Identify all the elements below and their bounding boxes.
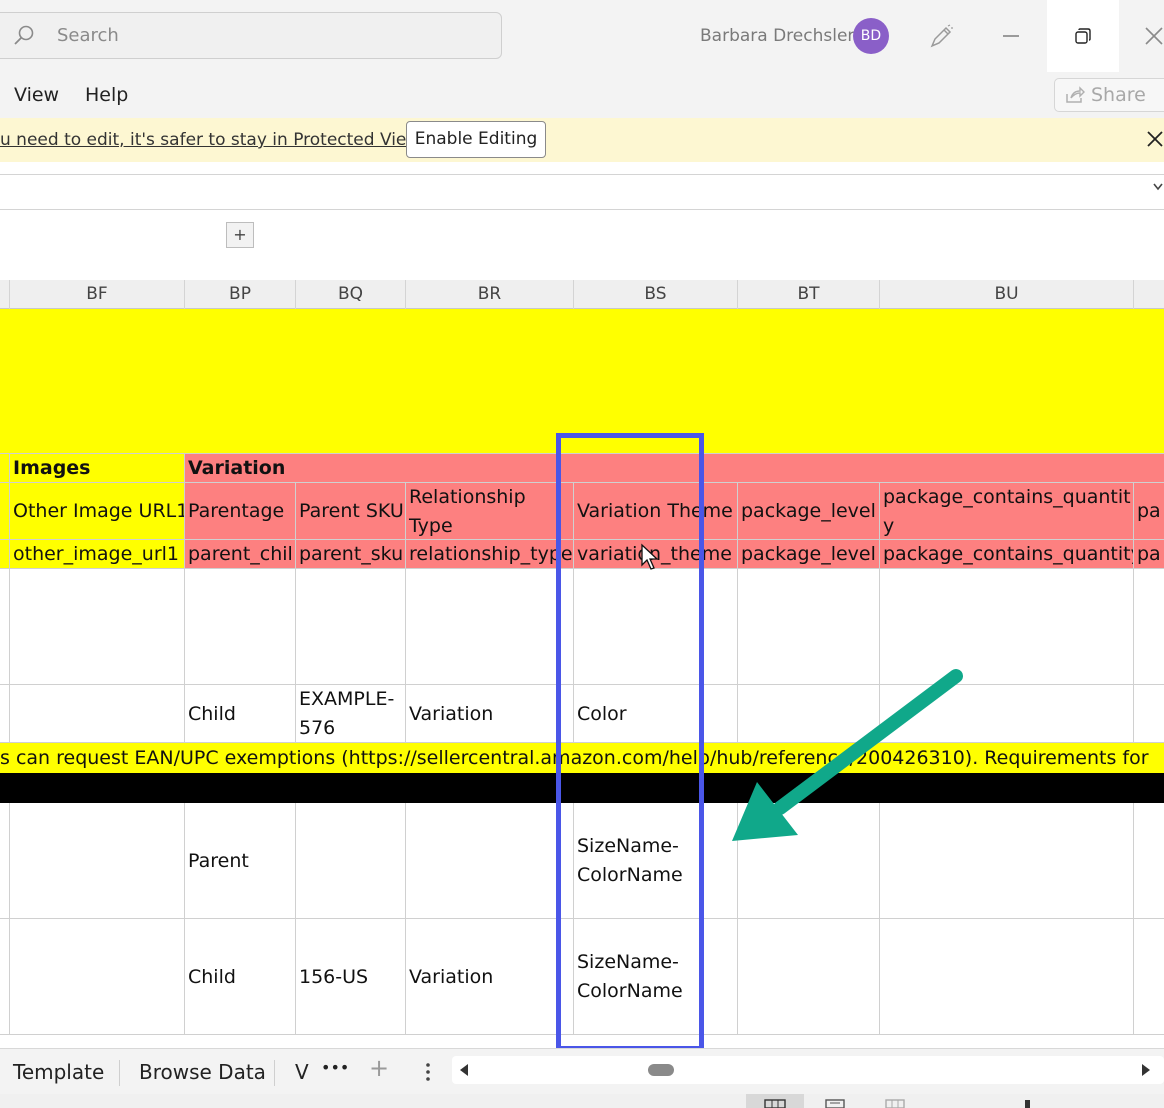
cell[interactable] [0, 803, 10, 919]
formula-bar[interactable] [0, 174, 1164, 210]
cell[interactable] [1134, 803, 1164, 919]
column-header-bf[interactable]: BF [10, 280, 185, 309]
parent-sku-cell[interactable]: 156-US [296, 919, 406, 1035]
relationship-cell[interactable]: Variation [406, 685, 574, 743]
restore-icon [1075, 28, 1091, 44]
cell[interactable] [0, 454, 10, 483]
parent-sku-cell[interactable]: EXAMPLE-576 [296, 685, 406, 743]
label-other-image-url1[interactable]: Other Image URL1 [10, 483, 185, 540]
relationship-cell[interactable]: Variation [406, 919, 574, 1035]
outline-group-area [0, 210, 1164, 280]
cell[interactable] [0, 919, 10, 1035]
label-partial[interactable]: pa [1134, 483, 1164, 540]
column-header-br[interactable]: BR [406, 280, 574, 309]
mouse-cursor-icon [641, 543, 659, 570]
cell[interactable] [185, 569, 296, 685]
more-tabs-icon[interactable]: ••• [321, 1058, 349, 1077]
column-header-partial[interactable] [0, 280, 10, 309]
sheet-tab-browse-data[interactable]: Browse Data [139, 1060, 266, 1084]
enable-editing-button[interactable]: Enable Editing [406, 121, 546, 158]
share-label: Share [1091, 84, 1146, 106]
label-parentage[interactable]: Parentage [185, 483, 296, 540]
search-icon [14, 25, 34, 45]
cell[interactable] [880, 919, 1134, 1035]
highlight-box [556, 433, 704, 1051]
field-other-image-url1[interactable]: other_image_url1 [10, 540, 185, 569]
share-icon [1066, 86, 1085, 103]
minimize-icon[interactable] [1003, 35, 1019, 37]
user-name[interactable]: Barbara Drechsler [700, 26, 854, 46]
cell[interactable] [1134, 919, 1164, 1035]
menu-view[interactable]: View [14, 84, 59, 106]
field-relationship-type[interactable]: relationship_type [406, 540, 574, 569]
scrollbar-thumb[interactable] [648, 1064, 674, 1076]
designer-pen-icon[interactable] [928, 24, 954, 50]
page-break-view-icon[interactable] [884, 1099, 906, 1108]
horizontal-scrollbar[interactable] [452, 1056, 1164, 1084]
menu-bar [0, 72, 1164, 118]
close-icon[interactable] [1146, 130, 1164, 148]
restore-button[interactable] [1047, 0, 1119, 72]
cell[interactable] [0, 569, 10, 685]
parentage-cell[interactable]: Child [185, 685, 296, 743]
tab-separator [274, 1060, 275, 1086]
menu-help[interactable]: Help [85, 84, 128, 106]
sheet-tab-v[interactable]: V [295, 1060, 309, 1084]
field-partial[interactable]: pa [1134, 540, 1164, 569]
section-header-images[interactable]: Images [10, 454, 185, 483]
column-header-bu[interactable]: BU [880, 280, 1134, 309]
cell[interactable] [296, 569, 406, 685]
parentage-cell[interactable]: Parent [185, 803, 296, 919]
column-header-bq[interactable]: BQ [296, 280, 406, 309]
field-package-contains-quantity[interactable]: package_contains_quantity [880, 540, 1134, 569]
cell[interactable] [0, 483, 10, 540]
field-parent-child[interactable]: parent_chil [185, 540, 296, 569]
cell[interactable] [10, 569, 185, 685]
annotation-arrow-icon [732, 669, 963, 841]
sheet-tab-template[interactable]: Template [13, 1060, 104, 1084]
chevron-down-icon[interactable] [1152, 182, 1164, 192]
protected-view-message[interactable]: u need to edit, it's safer to stay in Pr… [0, 130, 424, 150]
cell[interactable] [406, 569, 574, 685]
parentage-cell[interactable]: Child [185, 919, 296, 1035]
search-placeholder: Search [57, 25, 119, 46]
sheet-options-icon[interactable] [424, 1062, 432, 1082]
label-package-level[interactable]: package_level [738, 483, 880, 540]
column-header-bt[interactable]: BT [738, 280, 880, 309]
field-parent-sku[interactable]: parent_sku [296, 540, 406, 569]
expand-group-button[interactable]: + [226, 222, 254, 248]
relationship-cell[interactable] [406, 803, 574, 919]
column-header-bs[interactable]: BS [574, 280, 738, 309]
zoom-slider-handle[interactable] [1025, 1100, 1030, 1108]
cell[interactable] [0, 685, 10, 743]
avatar[interactable]: BD [853, 18, 889, 54]
cell[interactable] [1134, 569, 1164, 685]
share-button[interactable]: Share [1054, 78, 1164, 112]
scroll-right-icon[interactable] [1140, 1063, 1152, 1077]
add-sheet-icon[interactable]: + [369, 1054, 389, 1082]
search-box[interactable]: Search [0, 12, 502, 59]
label-package-contains-quantity[interactable]: package_contains_quantity [880, 483, 1134, 540]
field-package-level[interactable]: package_level [738, 540, 880, 569]
cell[interactable] [10, 685, 185, 743]
label-relationship-type[interactable]: Relationship Type [406, 483, 574, 540]
tab-separator [119, 1060, 120, 1086]
cell[interactable] [0, 540, 10, 569]
label-parent-sku[interactable]: Parent SKU [296, 483, 406, 540]
column-header-bp[interactable]: BP [185, 280, 296, 309]
cell[interactable] [10, 803, 185, 919]
status-bar [0, 1094, 1164, 1108]
cell[interactable] [10, 919, 185, 1035]
cell[interactable] [738, 919, 880, 1035]
normal-view-icon [764, 1099, 786, 1108]
cell[interactable] [1134, 685, 1164, 743]
column-headers: BF BP BQ BR BS BT BU [0, 280, 1164, 309]
close-window-icon[interactable] [1142, 24, 1164, 48]
scroll-left-icon[interactable] [458, 1063, 470, 1077]
parent-sku-cell[interactable] [296, 803, 406, 919]
page-layout-view-icon[interactable] [824, 1099, 846, 1108]
